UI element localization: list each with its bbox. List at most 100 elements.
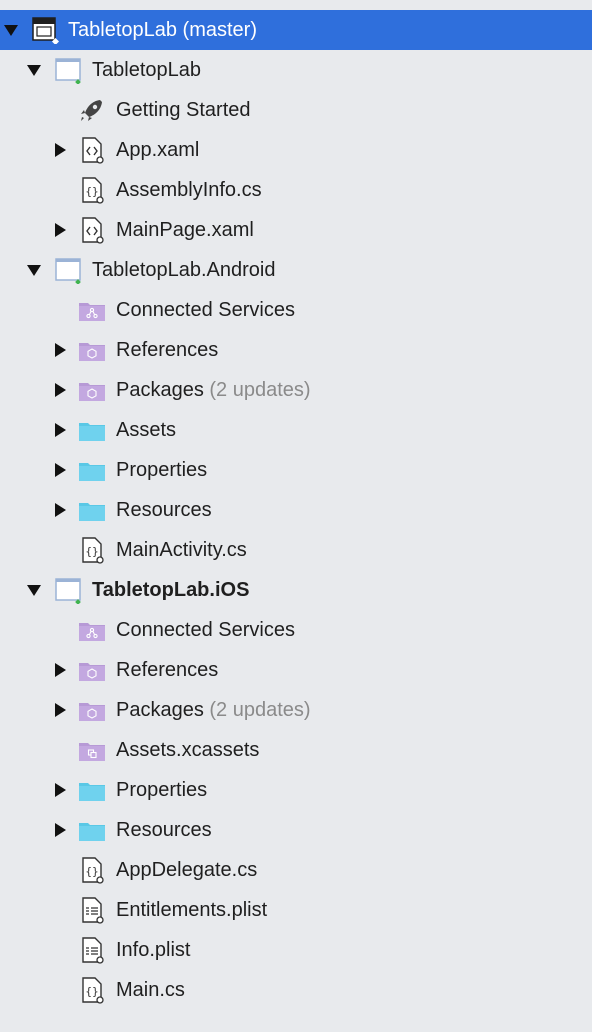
- item-label: Getting Started: [116, 98, 251, 122]
- tree-row-item[interactable]: Connected Services: [0, 610, 592, 650]
- disclosure-collapsed-icon[interactable]: [53, 663, 67, 677]
- item-label: Resources: [116, 498, 212, 522]
- item-label: MainPage.xaml: [116, 218, 254, 242]
- tree-row-item[interactable]: References: [0, 650, 592, 690]
- references-icon: [78, 656, 106, 684]
- folder-icon: [78, 416, 106, 444]
- disclosure-collapsed-icon[interactable]: [53, 383, 67, 397]
- disclosure-expanded-icon[interactable]: [27, 583, 41, 597]
- tree-row-item[interactable]: Resources: [0, 810, 592, 850]
- tree-row-item[interactable]: {} Main.cs: [0, 970, 592, 1010]
- item-name: Main.cs: [116, 979, 185, 1001]
- item-name: MainPage.xaml: [116, 219, 254, 241]
- tree-row-item[interactable]: MainPage.xaml: [0, 210, 592, 250]
- item-name: TabletopLab: [92, 59, 201, 81]
- solution-icon: [31, 16, 60, 46]
- solution-label: TabletopLab (master): [68, 19, 257, 41]
- item-name: Resources: [116, 819, 212, 841]
- tree-row-item[interactable]: Connected Services: [0, 290, 592, 330]
- tree-row-item[interactable]: Info.plist: [0, 930, 592, 970]
- tree-row-item[interactable]: Packages (2 updates): [0, 690, 592, 730]
- csharp-file-icon: {}: [78, 536, 106, 564]
- xcassets-icon: [78, 736, 106, 764]
- folder-icon: [78, 816, 106, 844]
- item-name: Connected Services: [116, 619, 295, 641]
- project-icon: [54, 576, 82, 605]
- item-name: AssemblyInfo.cs: [116, 179, 262, 201]
- disclosure-expanded-icon[interactable]: [4, 23, 18, 37]
- item-name: Packages: [116, 379, 204, 401]
- packages-icon: [78, 376, 106, 404]
- item-label: Assets.xcassets: [116, 738, 259, 762]
- disclosure-collapsed-icon[interactable]: [53, 343, 67, 357]
- svg-text:{}: {}: [85, 865, 98, 878]
- packages-icon: [78, 696, 106, 724]
- tree-row-item[interactable]: Getting Started: [0, 90, 592, 130]
- disclosure-collapsed-icon[interactable]: [53, 503, 67, 517]
- tree-row-item[interactable]: Entitlements.plist: [0, 890, 592, 930]
- item-name: AppDelegate.cs: [116, 859, 258, 881]
- item-label: Connected Services: [116, 298, 295, 322]
- item-label: References: [116, 338, 218, 362]
- disclosure-collapsed-icon[interactable]: [53, 703, 67, 717]
- disclosure-expanded-icon[interactable]: [27, 63, 41, 77]
- item-label: MainActivity.cs: [116, 538, 247, 562]
- folder-icon: [78, 776, 106, 804]
- item-label: Resources: [116, 818, 212, 842]
- tree-row-item[interactable]: References: [0, 330, 592, 370]
- disclosure-expanded-icon[interactable]: [27, 263, 41, 277]
- project-label: TabletopLab.Android: [92, 258, 275, 282]
- item-name: TabletopLab.iOS: [92, 579, 250, 601]
- tree-row-item[interactable]: Properties: [0, 450, 592, 490]
- item-name: Assets: [116, 419, 177, 441]
- item-name: Assets.xcassets: [116, 739, 260, 761]
- tree-row-item[interactable]: App.xaml: [0, 130, 592, 170]
- folder-icon: [78, 456, 106, 484]
- tree-row-project[interactable]: TabletopLab: [0, 50, 592, 90]
- tree-row-project[interactable]: TabletopLab.iOS: [0, 570, 592, 610]
- folder-icon: [78, 496, 106, 524]
- tree-row-project[interactable]: TabletopLab.Android: [0, 250, 592, 290]
- csharp-file-icon: {}: [78, 976, 106, 1004]
- tree-row-item[interactable]: Properties: [0, 770, 592, 810]
- connected-services-icon: [78, 296, 106, 324]
- item-label: Packages (2 updates): [116, 378, 311, 402]
- csharp-file-icon: {}: [78, 856, 106, 884]
- item-label: Entitlements.plist: [116, 898, 267, 922]
- item-label: Main.cs: [116, 978, 185, 1002]
- project-icon: [54, 56, 82, 85]
- item-name: Info.plist: [116, 939, 191, 961]
- project-label: TabletopLab: [92, 58, 201, 82]
- tree-row-item[interactable]: {} AssemblyInfo.cs: [0, 170, 592, 210]
- solution-tree: TabletopLab (master) TabletopLab Getting …: [0, 0, 592, 1032]
- item-label: Info.plist: [116, 938, 190, 962]
- disclosure-collapsed-icon[interactable]: [53, 783, 67, 797]
- disclosure-collapsed-icon[interactable]: [53, 823, 67, 837]
- tree-row-item[interactable]: Packages (2 updates): [0, 370, 592, 410]
- update-count: (2 updates): [203, 699, 311, 721]
- item-name: Entitlements.plist: [116, 899, 268, 921]
- tree-row-item[interactable]: Assets.xcassets: [0, 730, 592, 770]
- tree-row-item[interactable]: Assets: [0, 410, 592, 450]
- item-label: References: [116, 658, 218, 682]
- svg-text:{}: {}: [85, 185, 98, 198]
- project-icon: [54, 256, 82, 285]
- tree-row-item[interactable]: Resources: [0, 490, 592, 530]
- plist-file-icon: [78, 896, 106, 924]
- xaml-file-icon: [78, 136, 106, 164]
- item-label: AppDelegate.cs: [116, 858, 257, 882]
- disclosure-collapsed-icon[interactable]: [53, 463, 67, 477]
- disclosure-collapsed-icon[interactable]: [53, 143, 67, 157]
- update-count: (2 updates): [203, 379, 311, 401]
- item-label: Connected Services: [116, 618, 295, 642]
- item-name: Resources: [116, 499, 212, 521]
- item-label: App.xaml: [116, 138, 199, 162]
- tree-row-solution[interactable]: TabletopLab (master): [0, 10, 592, 50]
- disclosure-collapsed-icon[interactable]: [53, 423, 67, 437]
- tree-row-item[interactable]: {} AppDelegate.cs: [0, 850, 592, 890]
- disclosure-collapsed-icon[interactable]: [53, 223, 67, 237]
- rocket-icon: [78, 96, 106, 124]
- connected-services-icon: [78, 616, 106, 644]
- tree-row-item[interactable]: {} MainActivity.cs: [0, 530, 592, 570]
- svg-text:{}: {}: [85, 545, 98, 558]
